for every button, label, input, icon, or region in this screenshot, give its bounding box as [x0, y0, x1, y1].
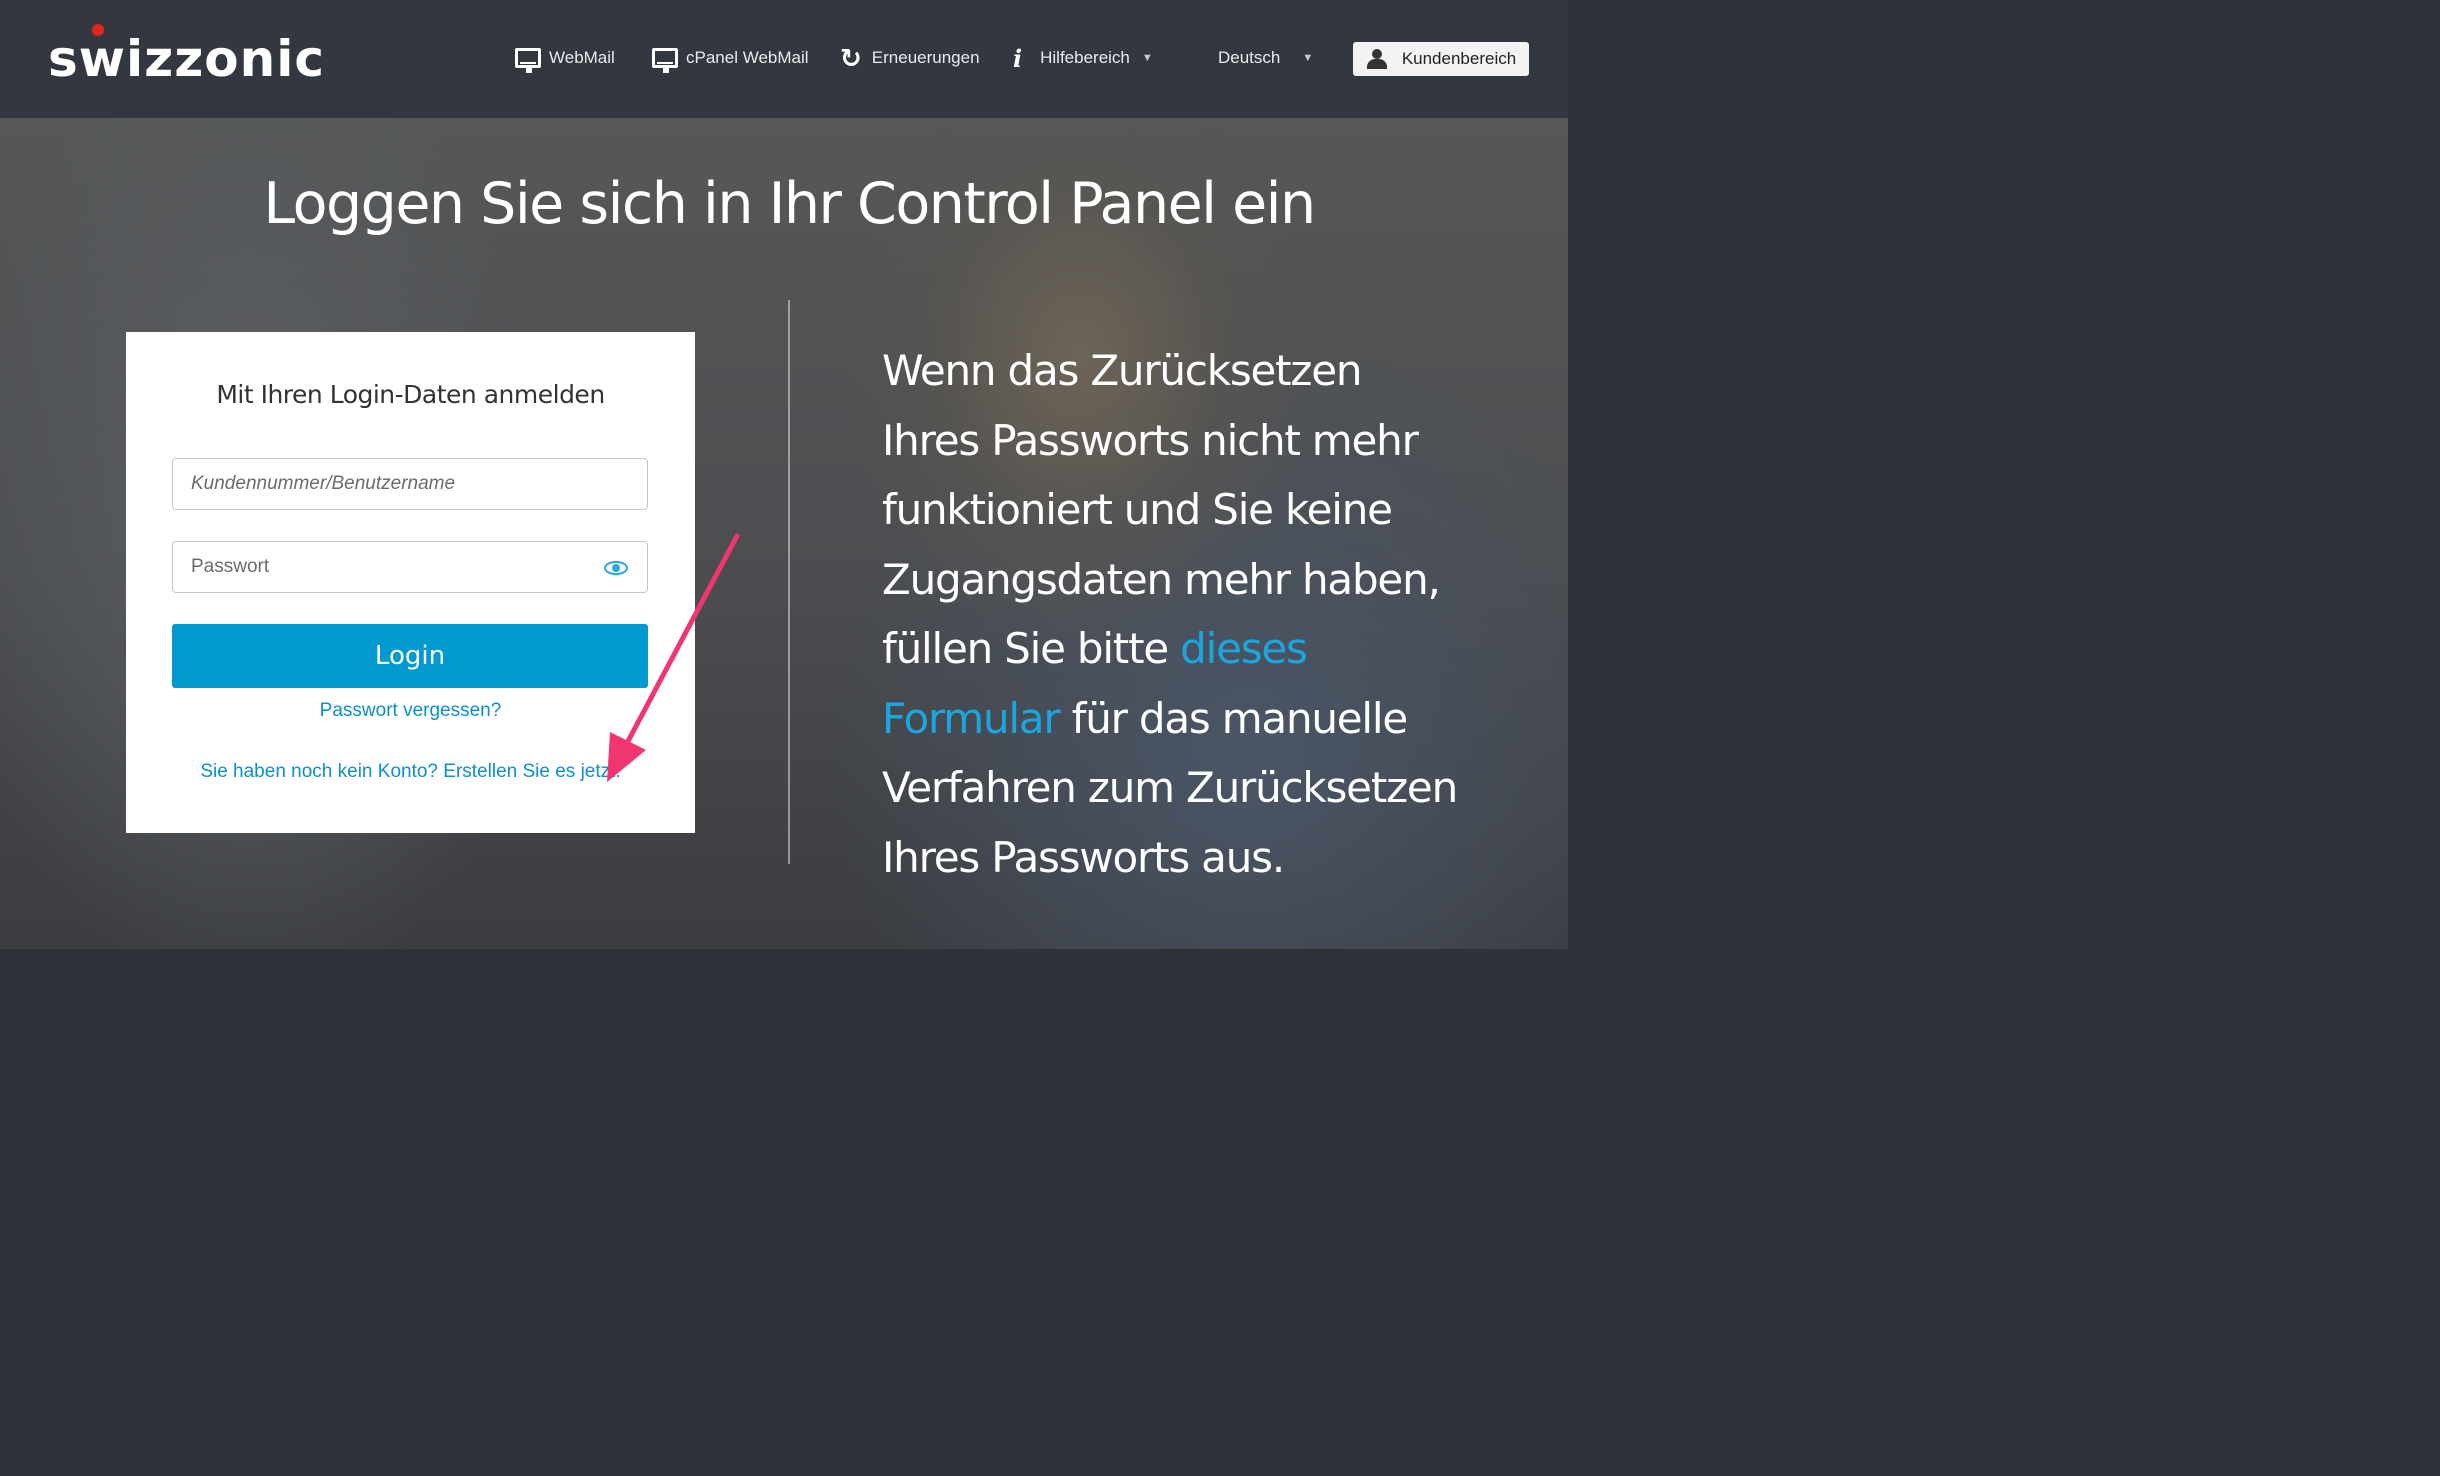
- login-button[interactable]: Login: [172, 624, 648, 688]
- show-password-eye-icon[interactable]: [603, 555, 629, 581]
- username-input[interactable]: Kundennummer/Benutzername: [172, 458, 648, 510]
- nav-label-renewals: Erneuerungen: [871, 48, 980, 67]
- password-input[interactable]: Passwort: [172, 541, 648, 593]
- customer-area-button[interactable]: Kundenbereich: [1353, 42, 1529, 76]
- login-card: Mit Ihren Login-Daten anmelden Kundennum…: [126, 332, 695, 833]
- info-text-before: Wenn das Zurücksetzen Ihres Passworts ni…: [882, 346, 1441, 673]
- chevron-down-icon: ▼: [1302, 52, 1314, 64]
- chevron-down-icon: ▼: [1141, 52, 1153, 64]
- nav-item-help[interactable]: i Hilfebereich ▼: [1013, 36, 1153, 80]
- nav-label-help: Hilfebereich: [1040, 48, 1130, 67]
- logo-red-dot: [92, 24, 104, 36]
- monitor-icon: [652, 48, 678, 73]
- monitor-icon: [515, 48, 541, 73]
- nav-item-webmail[interactable]: WebMail: [515, 36, 615, 80]
- top-navigation-bar: swizzonic WebMail cPanel WebMail ↻ Erneu…: [0, 0, 1568, 118]
- create-account-link[interactable]: Sie haben noch kein Konto? Erstellen Sie…: [126, 761, 695, 783]
- nav-item-cpanel-webmail[interactable]: cPanel WebMail: [652, 36, 809, 80]
- password-placeholder: Passwort: [191, 556, 270, 577]
- language-selector[interactable]: Deutsch ▼: [1218, 36, 1313, 80]
- vertical-divider: [788, 300, 790, 864]
- password-reset-info: Wenn das Zurücksetzen Ihres Passworts ni…: [882, 336, 1462, 892]
- username-placeholder: Kundennummer/Benutzername: [191, 473, 456, 494]
- nav-label-cpanel-webmail: cPanel WebMail: [686, 48, 809, 67]
- customer-area-label: Kundenbereich: [1401, 49, 1517, 68]
- nav-item-renewals[interactable]: ↻ Erneuerungen: [840, 36, 980, 80]
- nav-label-webmail: WebMail: [549, 48, 615, 67]
- refresh-icon: ↻: [840, 42, 862, 73]
- login-card-title: Mit Ihren Login-Daten anmelden: [216, 380, 605, 409]
- language-label: Deutsch: [1218, 48, 1281, 67]
- user-icon: [1366, 49, 1388, 69]
- page-title: Loggen Sie sich in Ihr Control Panel ein: [263, 171, 1316, 237]
- swizzonic-logo[interactable]: swizzonic: [48, 26, 325, 92]
- forgot-password-link[interactable]: Passwort vergessen?: [126, 700, 695, 722]
- info-icon: i: [1013, 43, 1023, 73]
